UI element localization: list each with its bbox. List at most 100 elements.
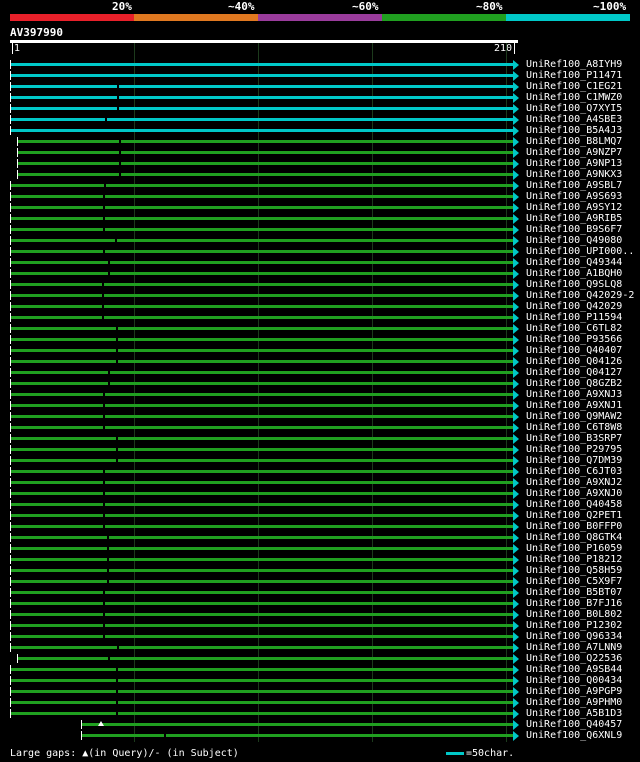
hit-name-link[interactable]: UniRef100_C1MWZ0 <box>526 92 622 103</box>
hit-alignment-bar[interactable] <box>10 459 513 462</box>
hit-alignment-bar[interactable] <box>10 382 513 385</box>
hit-alignment-bar[interactable] <box>10 206 513 209</box>
hit-alignment-bar[interactable] <box>10 217 513 220</box>
hit-name-link[interactable]: UniRef100_A1BQH0 <box>526 268 622 279</box>
hit-alignment-bar[interactable] <box>10 338 513 341</box>
hit-alignment-bar[interactable] <box>10 701 513 704</box>
hit-alignment-bar[interactable] <box>10 426 513 429</box>
hit-alignment-bar[interactable] <box>10 580 513 583</box>
hit-name-link[interactable]: UniRef100_Q7DM39 <box>526 455 622 466</box>
hit-alignment-bar[interactable] <box>10 96 513 99</box>
hit-name-link[interactable]: UniRef100_Q8GZB2 <box>526 378 622 389</box>
hit-name-link[interactable]: UniRef100_A8IYH9 <box>526 59 622 70</box>
hit-name-link[interactable]: UniRef100_A5B1D3 <box>526 708 622 719</box>
hit-name-link[interactable]: UniRef100_B3SRP7 <box>526 433 622 444</box>
hit-alignment-bar[interactable] <box>10 250 513 253</box>
hit-name-link[interactable]: UniRef100_Q6XNL9 <box>526 730 622 741</box>
hit-alignment-bar[interactable] <box>10 371 513 374</box>
hit-alignment-bar[interactable] <box>10 679 513 682</box>
hit-alignment-bar[interactable] <box>81 723 513 726</box>
hit-alignment-bar[interactable] <box>10 591 513 594</box>
hit-alignment-bar[interactable] <box>10 107 513 110</box>
hit-name-link[interactable]: UniRef100_B5BT07 <box>526 587 622 598</box>
hit-alignment-bar[interactable] <box>17 162 513 165</box>
hit-alignment-bar[interactable] <box>17 151 513 154</box>
hit-name-link[interactable]: UniRef100_Q49344 <box>526 257 622 268</box>
hit-name-link[interactable]: UniRef100_A4SBE3 <box>526 114 622 125</box>
hit-name-link[interactable]: UniRef100_Q22536 <box>526 653 622 664</box>
hit-alignment-bar[interactable] <box>10 558 513 561</box>
hit-name-link[interactable]: UniRef100_A9SB44 <box>526 664 622 675</box>
hit-name-link[interactable]: UniRef100_C5X9F7 <box>526 576 622 587</box>
hit-name-link[interactable]: UniRef100_P16059 <box>526 543 622 554</box>
hit-name-link[interactable]: UniRef100_P12302 <box>526 620 622 631</box>
hit-name-link[interactable]: UniRef100_A9XNJ3 <box>526 389 622 400</box>
hit-alignment-bar[interactable] <box>10 349 513 352</box>
hit-alignment-bar[interactable] <box>10 85 513 88</box>
hit-name-link[interactable]: UniRef100_Q40407 <box>526 345 622 356</box>
hit-alignment-bar[interactable] <box>10 437 513 440</box>
hit-alignment-bar[interactable] <box>17 173 513 176</box>
hit-name-link[interactable]: UniRef100_Q42029-2 <box>526 290 634 301</box>
hit-name-link[interactable]: UniRef100_C6T8W8 <box>526 422 622 433</box>
hit-name-link[interactable]: UniRef100_B0FFP0 <box>526 521 622 532</box>
hit-alignment-bar[interactable] <box>10 327 513 330</box>
hit-name-link[interactable]: UniRef100_B8LMQ7 <box>526 136 622 147</box>
hit-name-link[interactable]: UniRef100_P11594 <box>526 312 622 323</box>
hit-name-link[interactable]: UniRef100_B9S6F7 <box>526 224 622 235</box>
hit-name-link[interactable]: UniRef100_Q58H59 <box>526 565 622 576</box>
hit-name-link[interactable]: UniRef100_A9XNJ2 <box>526 477 622 488</box>
hit-alignment-bar[interactable] <box>10 393 513 396</box>
hit-alignment-bar[interactable] <box>10 624 513 627</box>
hit-name-link[interactable]: UniRef100_Q04126 <box>526 356 622 367</box>
hit-alignment-bar[interactable] <box>10 129 513 132</box>
hit-name-link[interactable]: UniRef100_P18212 <box>526 554 622 565</box>
hit-alignment-bar[interactable] <box>10 63 513 66</box>
hit-name-link[interactable]: UniRef100_P29795 <box>526 444 622 455</box>
hit-name-link[interactable]: UniRef100_A9NZP7 <box>526 147 622 158</box>
hit-alignment-bar[interactable] <box>10 305 513 308</box>
hit-alignment-bar[interactable] <box>17 657 513 660</box>
hit-name-link[interactable]: UniRef100_A7LNN9 <box>526 642 622 653</box>
hit-alignment-bar[interactable] <box>10 503 513 506</box>
hit-name-link[interactable]: UniRef100_A9SY12 <box>526 202 622 213</box>
hit-alignment-bar[interactable] <box>10 470 513 473</box>
hit-alignment-bar[interactable] <box>10 613 513 616</box>
hit-alignment-bar[interactable] <box>10 415 513 418</box>
hit-name-link[interactable]: UniRef100_Q00434 <box>526 675 622 686</box>
hit-name-link[interactable]: UniRef100_Q40458 <box>526 499 622 510</box>
hit-alignment-bar[interactable] <box>10 514 513 517</box>
hit-alignment-bar[interactable] <box>10 547 513 550</box>
hit-name-link[interactable]: UniRef100_Q7XYI5 <box>526 103 622 114</box>
hit-name-link[interactable]: UniRef100_C1EG21 <box>526 81 622 92</box>
hit-alignment-bar[interactable] <box>17 140 513 143</box>
hit-name-link[interactable]: UniRef100_Q9MAW2 <box>526 411 622 422</box>
hit-name-link[interactable]: UniRef100_Q40457 <box>526 719 622 730</box>
hit-name-link[interactable]: UniRef100_B5A4J3 <box>526 125 622 136</box>
hit-name-link[interactable]: UniRef100_Q96334 <box>526 631 622 642</box>
hit-name-link[interactable]: UniRef100_A9PHM0 <box>526 697 622 708</box>
hit-alignment-bar[interactable] <box>10 239 513 242</box>
hit-alignment-bar[interactable] <box>10 492 513 495</box>
hit-alignment-bar[interactable] <box>10 118 513 121</box>
hit-alignment-bar[interactable] <box>10 195 513 198</box>
hit-name-link[interactable]: UniRef100_A9NP13 <box>526 158 622 169</box>
hit-name-link[interactable]: UniRef100_UPI000.. <box>526 246 634 257</box>
hit-name-link[interactable]: UniRef100_Q9SLQ8 <box>526 279 622 290</box>
hit-alignment-bar[interactable] <box>10 261 513 264</box>
hit-alignment-bar[interactable] <box>10 690 513 693</box>
hit-alignment-bar[interactable] <box>81 734 513 737</box>
hit-name-link[interactable]: UniRef100_A9PGP9 <box>526 686 622 697</box>
hit-name-link[interactable]: UniRef100_C6TL82 <box>526 323 622 334</box>
hit-name-link[interactable]: UniRef100_A9RIB5 <box>526 213 622 224</box>
hit-alignment-bar[interactable] <box>10 360 513 363</box>
hit-alignment-bar[interactable] <box>10 228 513 231</box>
hit-alignment-bar[interactable] <box>10 602 513 605</box>
hit-alignment-bar[interactable] <box>10 272 513 275</box>
hit-name-link[interactable]: UniRef100_Q04127 <box>526 367 622 378</box>
hit-name-link[interactable]: UniRef100_P93566 <box>526 334 622 345</box>
hit-alignment-bar[interactable] <box>10 316 513 319</box>
hit-alignment-bar[interactable] <box>10 525 513 528</box>
hit-name-link[interactable]: UniRef100_A9S693 <box>526 191 622 202</box>
hit-alignment-bar[interactable] <box>10 481 513 484</box>
